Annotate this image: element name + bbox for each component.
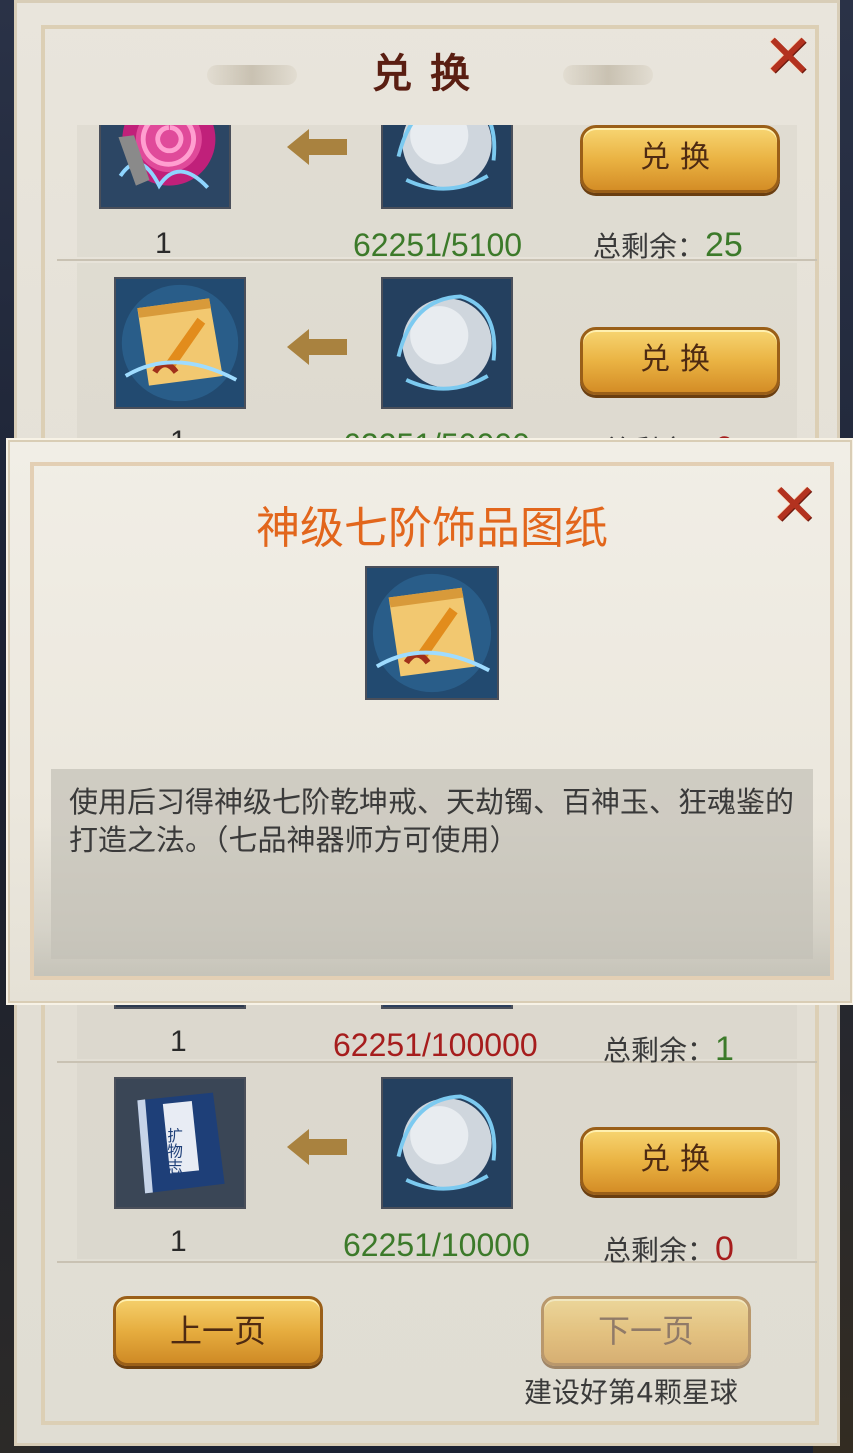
reward-quantity: 1 <box>155 227 172 260</box>
next-page-hint: 建设好第4颗星球 <box>524 1376 738 1409</box>
close-icon[interactable]: ✕ <box>770 476 819 534</box>
remaining-label: 总剩余： <box>603 1234 716 1265</box>
scroll-blueprint-icon[interactable] <box>114 277 246 409</box>
exchange-row: 1 62251/50000 兑换 总剩余：0 <box>57 263 817 468</box>
exchange-row: 1 62251/5100 兑换 总剩余：25 <box>57 125 817 264</box>
exchange-row: 扩物志 1 62251/10000 兑换 总剩余：0 <box>57 1063 817 1265</box>
close-icon[interactable]: ✕ <box>763 27 813 87</box>
exchange-button[interactable]: 兑换 <box>580 1127 780 1195</box>
arrow-left-icon <box>287 329 347 365</box>
panel-title: 兑换 <box>372 50 488 97</box>
remaining-count: 总剩余：25 <box>593 225 743 265</box>
book-title-text: 扩物志 <box>165 1127 183 1174</box>
arrow-left-icon <box>287 1129 347 1165</box>
item-detail-popup: 神级七阶饰品图纸 ✕ 使用后习得神级七阶乾坤戒、天劫镯、百神玉、狂魂鉴的打造之法… <box>8 440 852 1003</box>
spirit-orb-icon[interactable] <box>381 277 513 409</box>
spirit-orb-icon[interactable] <box>381 1077 513 1209</box>
reward-quantity: 1 <box>170 1225 187 1258</box>
cost-amount: 62251/10000 <box>343 1227 530 1263</box>
spirit-orb-icon[interactable] <box>381 125 513 209</box>
exchange-button[interactable]: 兑换 <box>580 327 780 395</box>
cost-amount: 62251/5100 <box>353 227 523 263</box>
cost-amount: 62251/100000 <box>333 1027 538 1063</box>
remaining-count: 总剩余：0 <box>603 1229 734 1265</box>
arrow-left-icon <box>287 129 347 165</box>
popup-title: 神级七阶饰品图纸 <box>256 503 608 554</box>
prev-page-button[interactable]: 上一页 <box>113 1296 323 1366</box>
next-page-button[interactable]: 下一页 <box>541 1296 751 1366</box>
purple-orb-icon[interactable] <box>99 125 231 209</box>
remaining-value: 0 <box>715 1230 734 1265</box>
scroll-blueprint-icon <box>365 566 499 700</box>
remaining-label: 总剩余： <box>593 230 706 263</box>
item-description: 使用后习得神级七阶乾坤戒、天劫镯、百神玉、狂魂鉴的打造之法。（七品神器师方可使用… <box>51 769 813 959</box>
remaining-value: 25 <box>705 226 743 264</box>
exchange-button[interactable]: 兑换 <box>580 125 780 193</box>
blue-book-icon[interactable]: 扩物志 <box>114 1077 246 1209</box>
reward-quantity: 1 <box>170 1025 187 1058</box>
